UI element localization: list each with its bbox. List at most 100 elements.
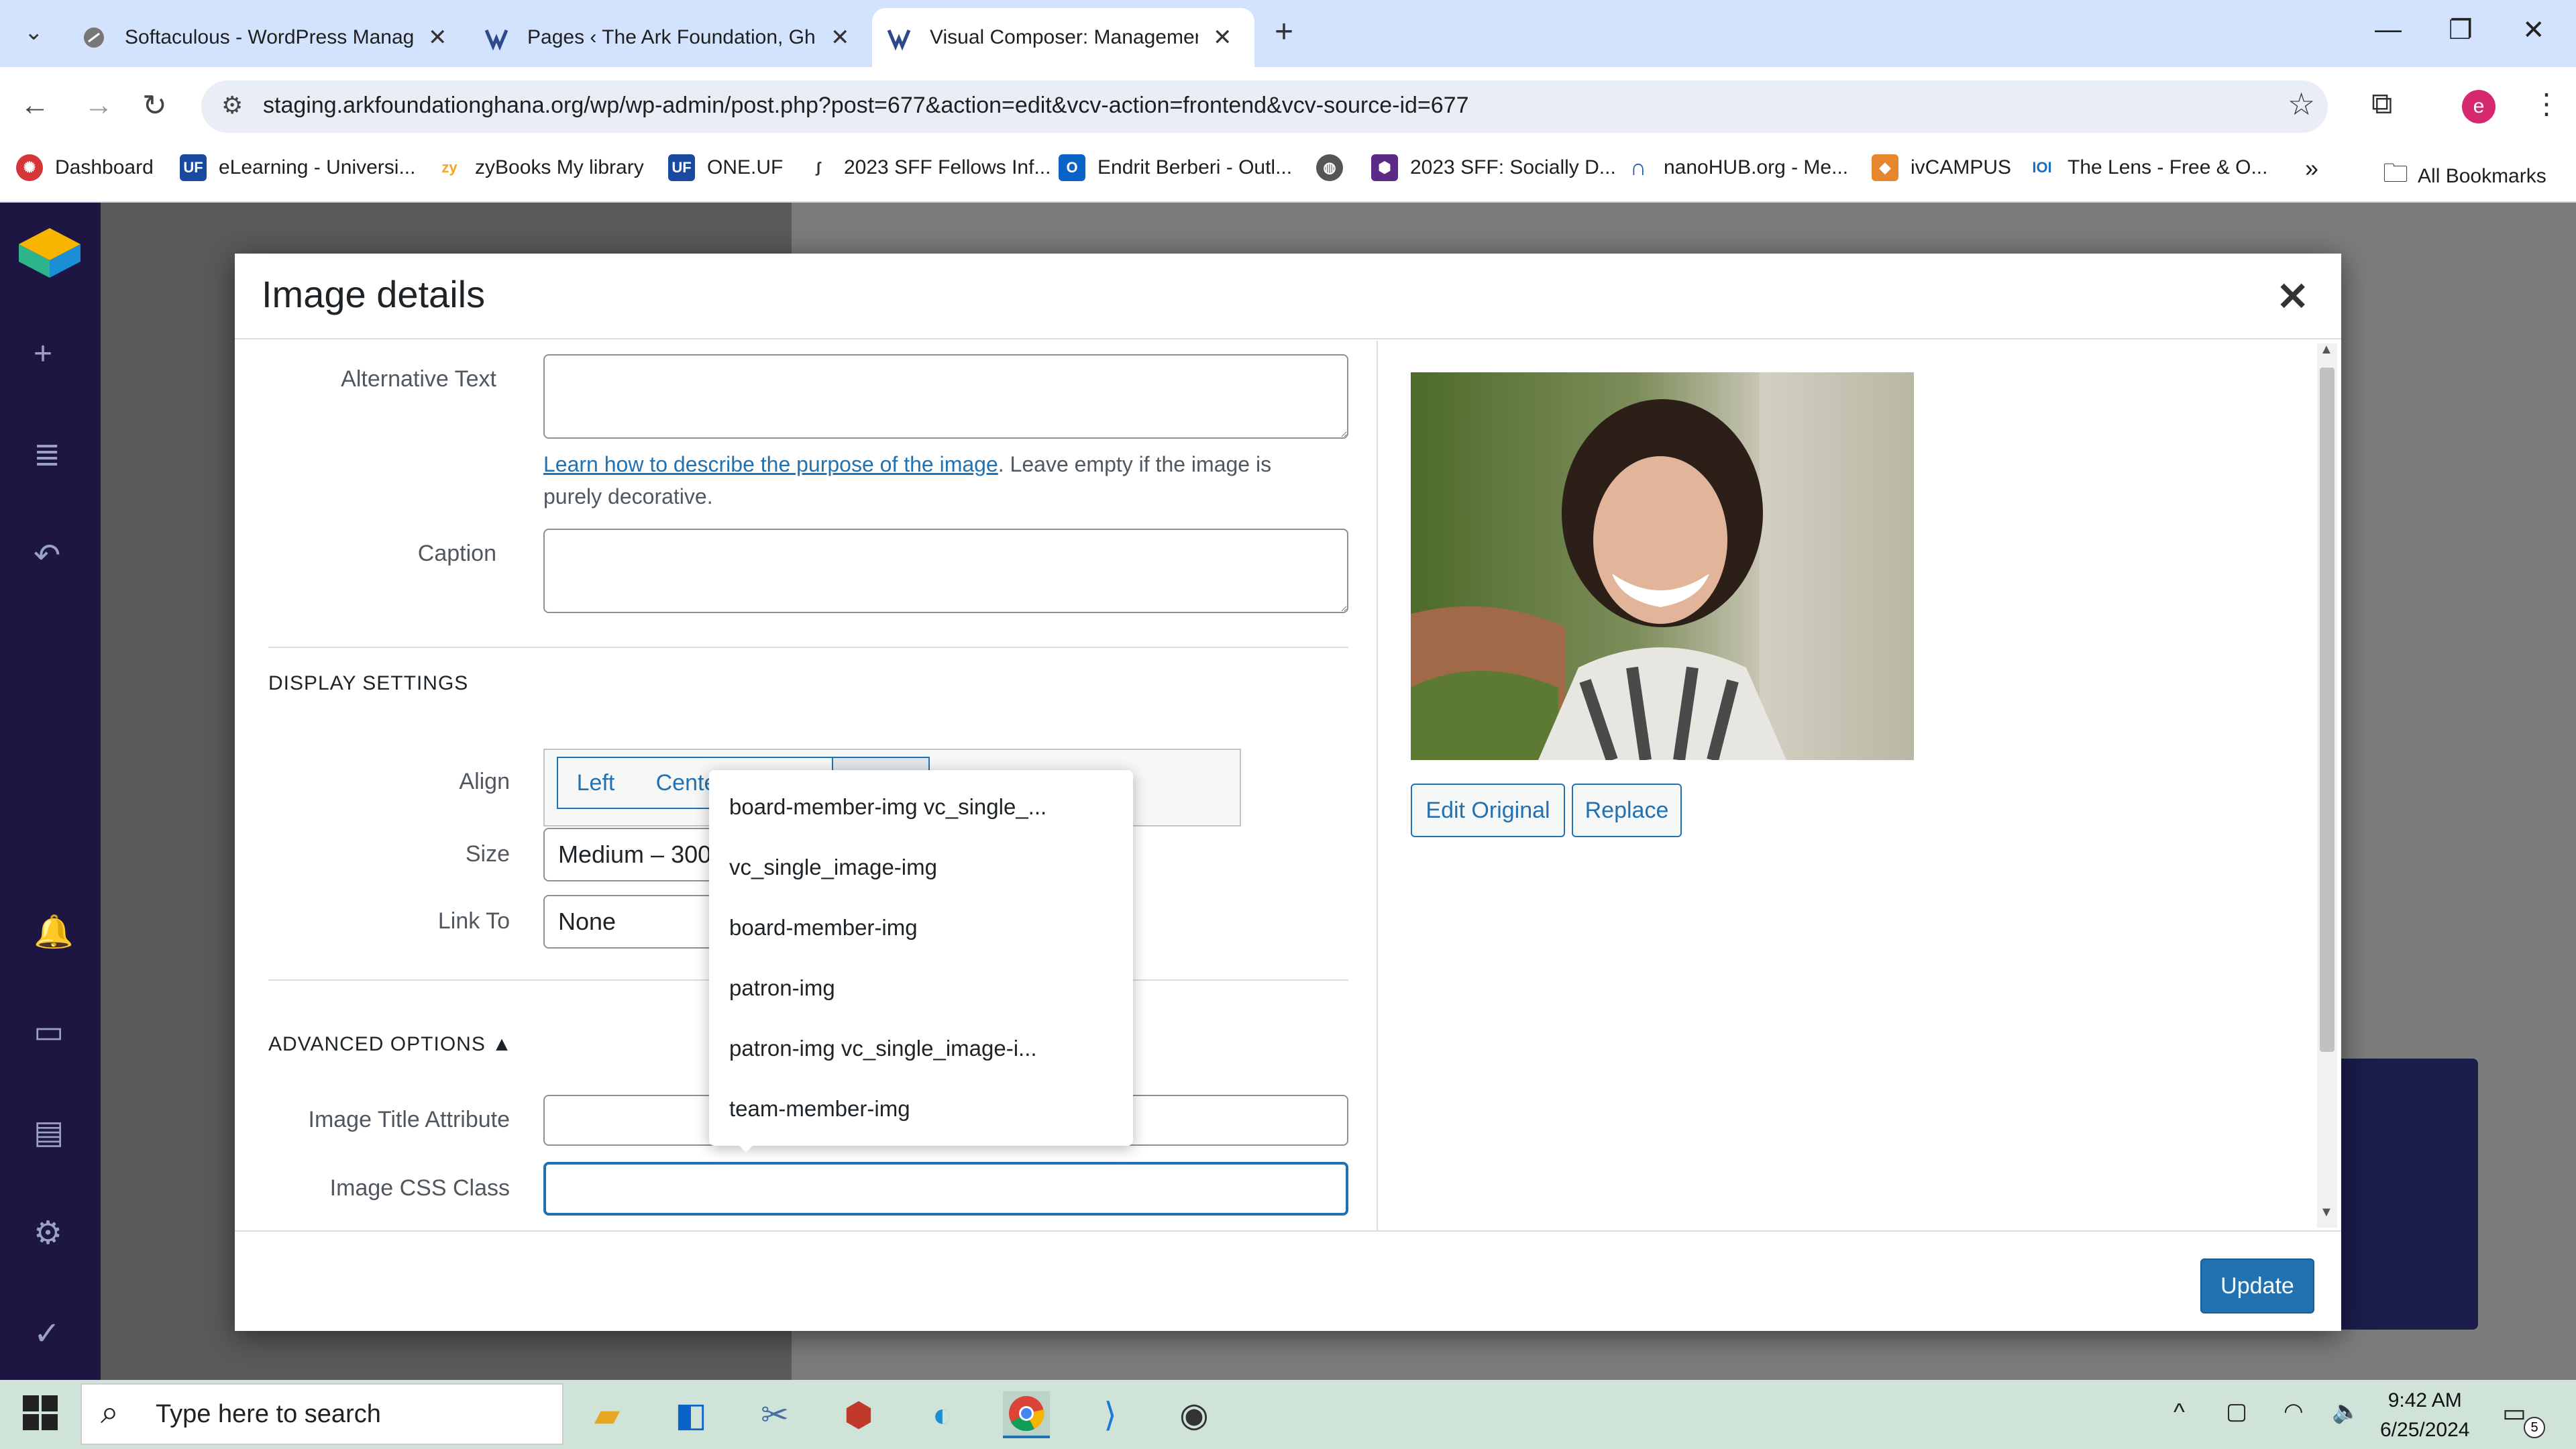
- notifications-icon[interactable]: 🔔: [34, 912, 74, 951]
- bookmark-sff-fellows[interactable]: ∫ 2023 SFF Fellows Inf...: [805, 154, 1051, 181]
- suggestion-item[interactable]: board-member-img: [729, 915, 918, 941]
- new-tab-icon[interactable]: +: [1275, 13, 1293, 50]
- tab-pages[interactable]: Pages ‹ The Ark Foundation, Gh ✕: [470, 8, 872, 67]
- bookmark-label: 2023 SFF Fellows Inf...: [844, 156, 1051, 178]
- chrome-icon[interactable]: [1003, 1391, 1050, 1438]
- update-button[interactable]: Update: [2200, 1258, 2314, 1313]
- advanced-options-toggle[interactable]: ADVANCED OPTIONS ▲: [268, 1033, 513, 1056]
- wifi-icon[interactable]: ◠: [2284, 1398, 2304, 1425]
- profile-avatar[interactable]: e: [2462, 90, 2496, 123]
- display-settings-heading: DISPLAY SETTINGS: [268, 672, 469, 694]
- bookmark-dashboard[interactable]: ✺ Dashboard: [16, 154, 154, 181]
- tab-softaculous[interactable]: Softaculous - WordPress Manag ✕: [67, 8, 463, 67]
- bookmark-label: nanoHUB.org - Me...: [1664, 156, 1849, 178]
- alt-text-field[interactable]: [543, 354, 1348, 439]
- dashboard-icon: ✺: [16, 154, 43, 181]
- app-icon[interactable]: ⬢: [835, 1391, 882, 1438]
- bookmark-oneuf[interactable]: UF ONE.UF: [668, 154, 783, 181]
- minimize-icon[interactable]: —: [2375, 15, 2402, 45]
- vc-sidebar: [0, 203, 101, 1380]
- describe-image-link[interactable]: Learn how to describe the purpose of the…: [543, 452, 998, 476]
- replace-button[interactable]: Replace: [1572, 784, 1682, 837]
- reload-icon[interactable]: ↻: [142, 89, 167, 123]
- extensions-icon[interactable]: ⧉: [2371, 87, 2392, 121]
- suggestion-item[interactable]: board-member-img vc_single_...: [729, 794, 1046, 820]
- bookmark-nanohub[interactable]: ∩ nanoHUB.org - Me...: [1625, 154, 1848, 181]
- scroll-down-icon[interactable]: ▼: [2320, 1205, 2333, 1220]
- meet-icon[interactable]: ▢: [2226, 1398, 2247, 1425]
- align-left-button[interactable]: Left: [557, 757, 635, 809]
- suggestion-item[interactable]: team-member-img: [729, 1096, 910, 1122]
- align-label: Align: [459, 769, 510, 794]
- suggestion-item[interactable]: patron-img vc_single_image-i...: [729, 1036, 1037, 1061]
- suggestion-item[interactable]: patron-img: [729, 975, 835, 1001]
- caption-label: Caption: [417, 541, 496, 566]
- settings-icon[interactable]: ⚙: [34, 1214, 62, 1252]
- start-icon[interactable]: [23, 1395, 58, 1434]
- tab-search-icon[interactable]: ⌄: [24, 19, 44, 46]
- clock[interactable]: 9:42 AM 6/25/2024: [2380, 1386, 2469, 1445]
- layers-icon[interactable]: ≣: [34, 436, 60, 474]
- show-hidden-icons[interactable]: ^: [2174, 1398, 2185, 1426]
- file-explorer-icon[interactable]: ▰: [584, 1391, 631, 1438]
- caption-field[interactable]: [543, 529, 1348, 613]
- more-bookmarks-icon[interactable]: »: [2305, 154, 2318, 182]
- globe-icon: ◍: [1316, 154, 1343, 181]
- close-icon[interactable]: ✕: [2276, 274, 2309, 319]
- softaculous-icon: [80, 24, 107, 51]
- tab-visual-composer[interactable]: Visual Composer: Management ✕: [872, 8, 1254, 67]
- ivcampus-icon: ◆: [1872, 154, 1898, 181]
- preview-icon[interactable]: ▭: [34, 1013, 64, 1051]
- close-tab-icon[interactable]: ✕: [1213, 24, 1232, 51]
- scrollbar-thumb[interactable]: [2320, 368, 2334, 1052]
- link-to-label: Link To: [437, 908, 510, 934]
- bookmark-label: zyBooks My library: [475, 156, 644, 178]
- all-bookmarks[interactable]: 🗀 All Bookmarks: [2383, 154, 2546, 198]
- size-label: Size: [465, 841, 510, 867]
- date: 6/25/2024: [2380, 1419, 2470, 1441]
- nanohub-icon: ∩: [1629, 154, 1647, 180]
- url-text[interactable]: staging.arkfoundationghana.org/wp/wp-adm…: [263, 93, 1468, 119]
- action-center-icon[interactable]: ▭: [2502, 1398, 2526, 1428]
- site-info-icon[interactable]: ⚙: [221, 91, 243, 119]
- bookmark-elearning[interactable]: UF eLearning - Universi...: [180, 154, 415, 181]
- wp-icon: [483, 24, 510, 51]
- volume-icon[interactable]: 🔈: [2332, 1398, 2360, 1425]
- suggestion-item[interactable]: vc_single_image-img: [729, 855, 937, 880]
- hub-icon[interactable]: ▤: [34, 1114, 64, 1151]
- github-icon[interactable]: ◉: [1171, 1391, 1218, 1438]
- bookmark-globe[interactable]: ◍: [1316, 154, 1355, 181]
- window-close-icon[interactable]: ✕: [2522, 15, 2545, 46]
- zybooks-icon: zy: [441, 159, 458, 176]
- outlook-icon: O: [1059, 154, 1085, 181]
- outlook-icon[interactable]: ◧: [667, 1391, 714, 1438]
- close-tab-icon[interactable]: ✕: [830, 24, 850, 51]
- divider: [268, 647, 1348, 648]
- bookmark-zybooks[interactable]: zy zyBooks My library: [436, 154, 644, 181]
- snipping-tool-icon[interactable]: ✂: [751, 1391, 798, 1438]
- vscode-icon[interactable]: ⟩: [1087, 1391, 1134, 1438]
- menu-icon[interactable]: ⋮: [2532, 87, 2561, 120]
- bookmark-label: ivCAMPUS: [1911, 156, 2012, 178]
- image-details-modal: Image details ✕ Alternative Text Learn h…: [235, 254, 2341, 1331]
- bookmark-outlook[interactable]: O Endrit Berberi - Outl...: [1059, 154, 1292, 181]
- tab-title: Softaculous - WordPress Manag: [125, 26, 413, 48]
- taskbar-search[interactable]: Type here to search: [80, 1383, 564, 1445]
- alt-text-label: Alternative Text: [341, 366, 496, 392]
- forward-icon[interactable]: →: [84, 89, 113, 122]
- bookmark-sff-socially[interactable]: ⬢ 2023 SFF: Socially D...: [1371, 154, 1616, 181]
- back-icon[interactable]: ←: [20, 89, 50, 122]
- edit-original-button[interactable]: Edit Original: [1411, 784, 1565, 837]
- restore-icon[interactable]: ❐: [2449, 15, 2473, 46]
- add-element-icon[interactable]: +: [34, 335, 52, 372]
- scroll-up-icon[interactable]: ▲: [2320, 342, 2333, 358]
- close-tab-icon[interactable]: ✕: [428, 24, 447, 51]
- alt-text-help: Learn how to describe the purpose of the…: [543, 448, 1335, 513]
- publish-icon[interactable]: ✓: [34, 1315, 60, 1352]
- css-class-field[interactable]: [543, 1162, 1348, 1216]
- bookmark-lens[interactable]: IOI The Lens - Free & O...: [2029, 154, 2267, 181]
- bookmark-ivcampus[interactable]: ◆ ivCAMPUS: [1872, 154, 2011, 181]
- edge-icon[interactable]: ◐: [919, 1391, 966, 1438]
- bookmark-star-icon[interactable]: ☆: [2288, 86, 2315, 122]
- undo-icon[interactable]: ↶: [34, 537, 60, 574]
